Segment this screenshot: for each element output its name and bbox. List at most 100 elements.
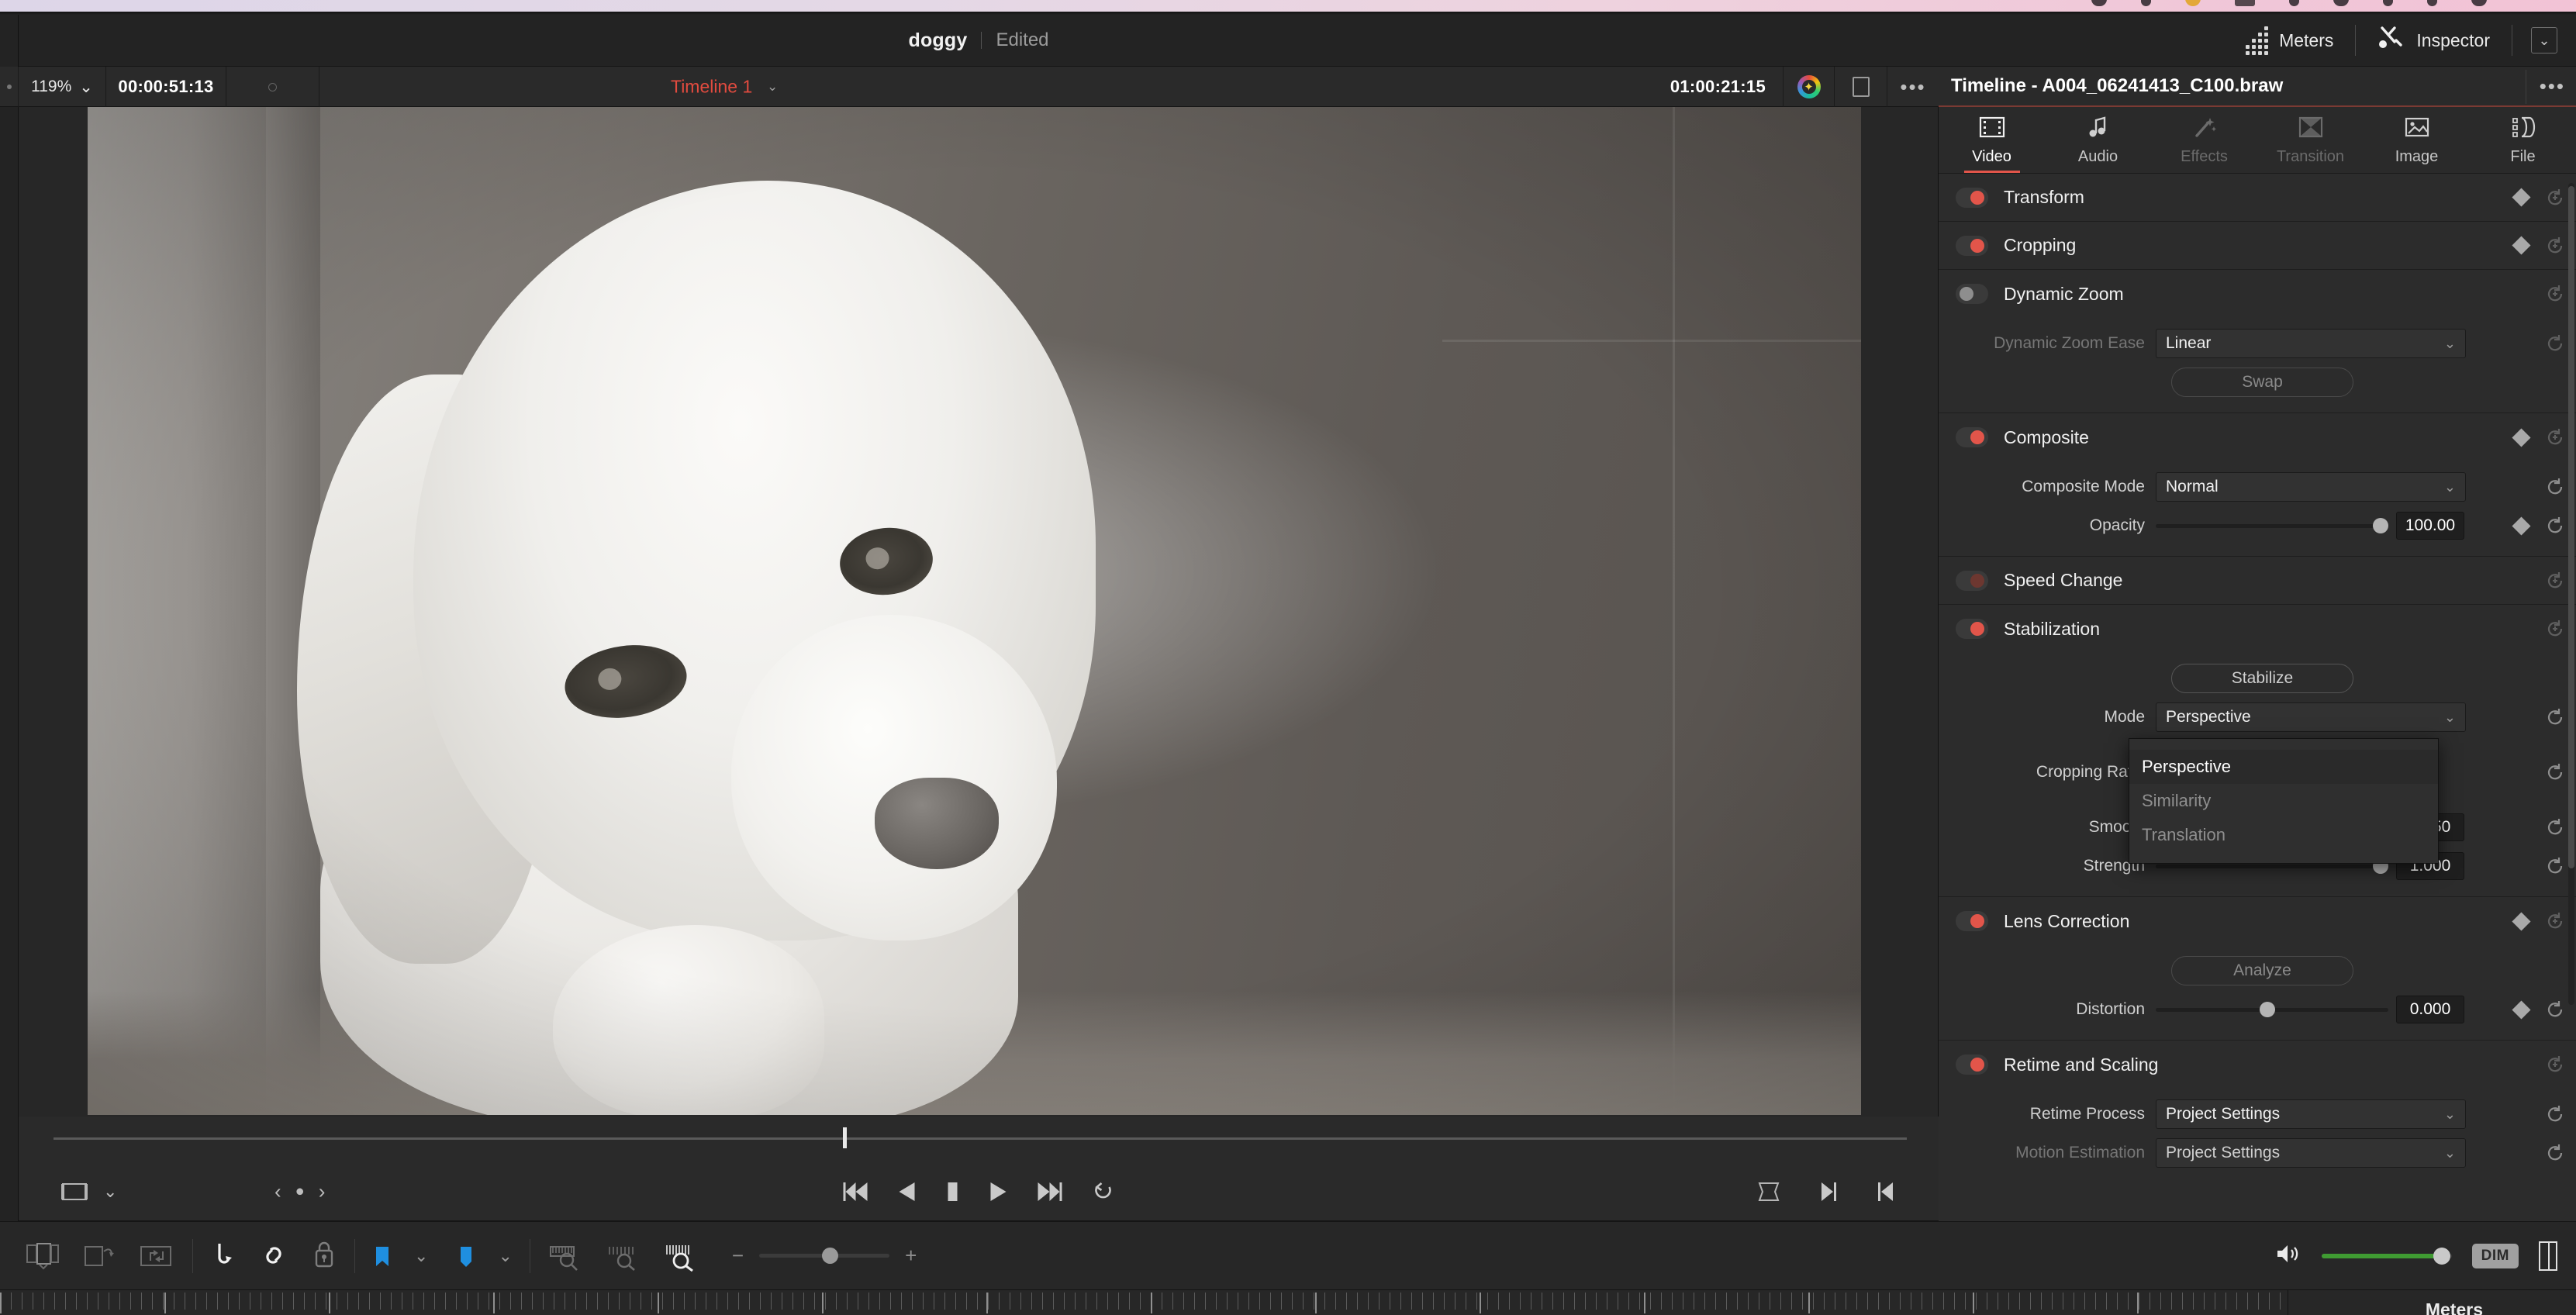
skip-to-end-icon[interactable]: [1037, 1181, 1063, 1203]
time-machine-icon[interactable]: [2427, 0, 2437, 6]
opacity-reset-icon[interactable]: [2545, 516, 2565, 536]
opacity-keyframe-icon[interactable]: [2512, 516, 2531, 536]
retime-process-select[interactable]: Project Settings ⌄: [2156, 1099, 2466, 1129]
stabilization-mode-reset-icon[interactable]: [2545, 707, 2565, 727]
dropdown-option-translation[interactable]: Translation: [2129, 818, 2438, 852]
stabilization-mode-dropdown[interactable]: Perspective Similarity Translation: [2129, 738, 2439, 864]
record-indicator-icon[interactable]: [226, 67, 319, 107]
ellipsis-icon[interactable]: •••: [1887, 67, 1939, 107]
tab-video[interactable]: Video: [1939, 112, 2045, 173]
frame-icon[interactable]: [1835, 67, 1887, 107]
dynamic-zoom-reset-icon[interactable]: [2545, 284, 2565, 304]
swap-button[interactable]: Swap: [2171, 368, 2353, 397]
zoom-out-button[interactable]: −: [732, 1244, 744, 1268]
audio-icon[interactable]: [2333, 0, 2349, 6]
timeline-zoom-slider[interactable]: − +: [715, 1244, 934, 1268]
dynamic-zoom-toggle[interactable]: [1956, 284, 1988, 304]
transform-reset-icon[interactable]: [2545, 188, 2565, 208]
timeline-ruler[interactable]: Meters: [0, 1289, 2576, 1315]
stabilization-toggle[interactable]: [1956, 619, 1988, 639]
strength-reset-icon[interactable]: [2545, 856, 2565, 876]
lens-correction-keyframe-icon[interactable]: [2512, 911, 2531, 931]
composite-mode-reset-icon[interactable]: [2545, 477, 2565, 497]
volume-slider[interactable]: [2321, 1247, 2452, 1265]
distortion-slider[interactable]: [2156, 995, 2388, 1024]
ellipsis-icon[interactable]: •••: [2540, 74, 2565, 98]
display-icon[interactable]: [2383, 0, 2393, 6]
cropping-keyframe-icon[interactable]: [2512, 236, 2531, 255]
mark-out-icon[interactable]: [1818, 1181, 1839, 1203]
replace-clip-icon[interactable]: [138, 1241, 175, 1272]
vpn-icon[interactable]: [2091, 0, 2107, 6]
stabilization-mode-select[interactable]: Perspective ⌄: [2156, 702, 2466, 732]
dropbox-icon[interactable]: [2141, 0, 2151, 6]
cropping-ratio-reset-icon[interactable]: [2545, 762, 2565, 782]
section-lens-correction[interactable]: Lens Correction: [1939, 897, 2576, 945]
insert-clip-icon[interactable]: [25, 1241, 60, 1272]
composite-keyframe-icon[interactable]: [2512, 427, 2531, 447]
analyze-button[interactable]: Analyze: [2171, 956, 2353, 985]
section-composite[interactable]: Composite: [1939, 413, 2576, 461]
bluetooth-icon[interactable]: [2289, 0, 2299, 6]
dropdown-option-perspective[interactable]: Perspective: [2129, 750, 2438, 784]
flag-icon[interactable]: [372, 1241, 392, 1272]
section-retime-scaling[interactable]: Retime and Scaling: [1939, 1041, 2576, 1089]
dynamic-zoom-ease-select[interactable]: Linear ⌄: [2156, 329, 2466, 358]
dropdown-option-similarity[interactable]: Similarity: [2129, 784, 2438, 818]
marker-icon[interactable]: ●: [295, 1183, 305, 1201]
zoom-level-dropdown[interactable]: 119% ⌄: [19, 67, 106, 107]
tab-audio[interactable]: Audio: [2045, 112, 2151, 173]
distortion-reset-icon[interactable]: [2545, 999, 2565, 1020]
play-reverse-icon[interactable]: [898, 1181, 917, 1203]
distortion-keyframe-icon[interactable]: [2512, 999, 2531, 1020]
strength-slider-track[interactable]: [2156, 858, 2388, 874]
motion-estimation-reset-icon[interactable]: [2545, 1143, 2565, 1163]
source-timecode[interactable]: 00:00:51:13: [106, 67, 226, 107]
zoom-in-button[interactable]: +: [905, 1244, 917, 1268]
speed-change-toggle[interactable]: [1956, 570, 1988, 591]
inspector-toggle-button[interactable]: Inspector: [2356, 15, 2512, 67]
overwrite-clip-icon[interactable]: [82, 1241, 116, 1272]
scrubber-track[interactable]: [54, 1137, 1907, 1140]
battery-icon[interactable]: [2235, 0, 2255, 6]
zoom-slider-track[interactable]: [759, 1248, 890, 1264]
transform-keyframe-icon[interactable]: [2512, 188, 2531, 207]
inspector-scrollbar-thumb[interactable]: [2568, 186, 2574, 868]
opacity-slider-track[interactable]: [2156, 517, 2388, 533]
meters-toggle-button[interactable]: Meters: [2224, 15, 2355, 67]
speed-change-reset-icon[interactable]: [2545, 571, 2565, 591]
cropping-reset-icon[interactable]: [2545, 236, 2565, 256]
distortion-slider-track[interactable]: [2156, 1001, 2388, 1017]
chevron-down-icon[interactable]: ⌄: [498, 1246, 512, 1266]
section-transform[interactable]: Transform: [1939, 174, 2576, 222]
speaker-icon[interactable]: [2275, 1242, 2301, 1270]
skip-to-start-icon[interactable]: [843, 1181, 869, 1203]
section-speed-change[interactable]: Speed Change: [1939, 557, 2576, 605]
composite-toggle[interactable]: [1956, 427, 1988, 447]
distortion-value[interactable]: 0.000: [2396, 996, 2464, 1023]
marker-icon[interactable]: [456, 1241, 476, 1272]
zoom-custom-icon[interactable]: [662, 1241, 698, 1272]
composite-mode-select[interactable]: Normal ⌄: [2156, 472, 2466, 502]
linked-selection-icon[interactable]: [260, 1241, 289, 1272]
section-stabilization[interactable]: Stabilization: [1939, 605, 2576, 653]
lens-correction-reset-icon[interactable]: [2545, 911, 2565, 931]
opacity-slider-knob[interactable]: [2373, 517, 2388, 533]
chevron-down-icon[interactable]: ⌄: [767, 79, 778, 95]
wifi-icon[interactable]: [2185, 0, 2201, 6]
retime-scaling-reset-icon[interactable]: [2545, 1054, 2565, 1075]
zoom-detail-icon[interactable]: [605, 1241, 641, 1272]
volume-knob[interactable]: [2433, 1247, 2451, 1265]
split-view-icon[interactable]: [2539, 1241, 2557, 1271]
viewer-scrubber[interactable]: [19, 1117, 1939, 1163]
zoom-to-fit-icon[interactable]: [547, 1241, 583, 1272]
zoom-slider-knob[interactable]: [821, 1248, 838, 1264]
flag-lock-icon[interactable]: [311, 1241, 337, 1272]
motion-estimation-select[interactable]: Project Settings ⌄: [2156, 1138, 2466, 1168]
composite-reset-icon[interactable]: [2545, 427, 2565, 447]
chevron-down-icon[interactable]: ⌄: [103, 1182, 117, 1202]
next-marker-icon[interactable]: ›: [319, 1180, 326, 1204]
snapping-icon[interactable]: [210, 1241, 238, 1272]
loop-icon[interactable]: [1092, 1180, 1115, 1203]
tab-effects[interactable]: Effects: [2151, 112, 2257, 173]
